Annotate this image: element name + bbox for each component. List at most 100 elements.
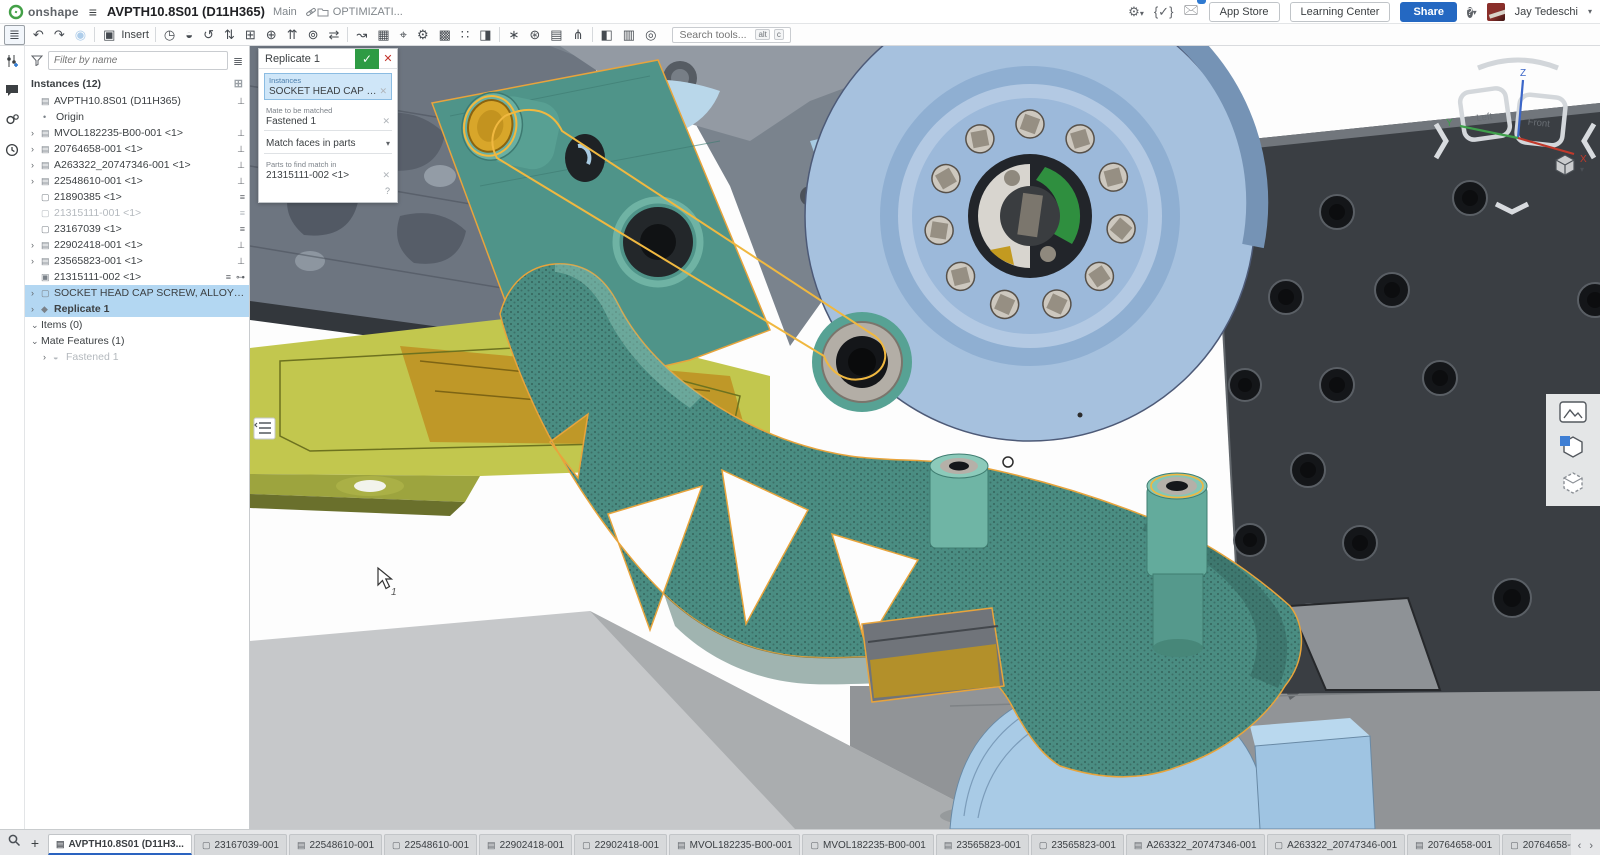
tab-assembly[interactable]: ▤MVOL182235-B00-001: [669, 834, 800, 855]
filter-by-name-input[interactable]: [48, 51, 228, 70]
tree-row-origin[interactable]: • Origin: [25, 109, 249, 125]
collapsed-feature-list-icon[interactable]: [254, 418, 275, 439]
tree-row-part[interactable]: ▢ 21890385 <1> ≡: [25, 189, 249, 205]
document-menu-icon[interactable]: ≡: [89, 4, 97, 20]
configurations-panel-icon[interactable]: [5, 54, 19, 68]
chevron-right-icon[interactable]: ›: [31, 240, 41, 250]
group-icon[interactable]: ▦: [375, 26, 391, 44]
dialog-accept-button[interactable]: ✓: [355, 49, 379, 69]
search-tools-input[interactable]: [679, 29, 751, 41]
user-menu-caret-icon[interactable]: ▾: [1588, 7, 1592, 16]
pin-slot-mate-icon[interactable]: ⇈: [285, 26, 300, 44]
chevron-right-icon[interactable]: ›: [43, 352, 53, 362]
feature-list-toggle-icon[interactable]: ≣: [4, 25, 25, 45]
dialog-help-icon[interactable]: ?: [264, 186, 392, 196]
tree-row-part-suppressed[interactable]: ▢ 21315111-001 <1> ≡: [25, 205, 249, 221]
tabs-scroll-left-icon[interactable]: ‹: [1575, 840, 1585, 852]
debug-icon[interactable]: ⚙▾: [1128, 4, 1144, 20]
tab-part-studio[interactable]: ▢23565823-001: [1031, 834, 1124, 855]
exploded-view-icon[interactable]: ⋔: [571, 26, 586, 44]
tab-part-studio[interactable]: ▢22902418-001: [574, 834, 667, 855]
notifications-icon[interactable]: 🖂: [1183, 1, 1198, 23]
tab-manager-icon[interactable]: [4, 833, 24, 853]
match-faces-dropdown[interactable]: Match faces in parts ▾: [264, 136, 392, 154]
chevron-right-icon[interactable]: ›: [31, 128, 41, 138]
pattern-icon[interactable]: ∷: [459, 26, 471, 44]
panel-options-icon[interactable]: ≣: [233, 54, 243, 68]
planar-mate-icon[interactable]: ⊞: [243, 26, 258, 44]
instances-field[interactable]: Instances SOCKET HEAD CAP SCREW, ... ✕: [264, 73, 392, 100]
undo-icon[interactable]: ↶: [31, 26, 46, 44]
section-view-icon[interactable]: ◧: [599, 26, 615, 44]
folder-breadcrumb[interactable]: OPTIMIZATI...: [317, 6, 403, 18]
parts-to-match-field[interactable]: Parts to find match in 21315111-002 <1> …: [264, 159, 392, 184]
simulation-icon[interactable]: ⊛: [527, 26, 542, 44]
clear-field-icon[interactable]: ✕: [379, 86, 387, 97]
in-context-icon[interactable]: ⌖: [398, 26, 409, 44]
mate-connector-icon[interactable]: ◷: [162, 26, 177, 44]
rollback-icon[interactable]: ◉: [73, 26, 88, 44]
tab-part-studio[interactable]: ▢23167039-001: [194, 834, 287, 855]
tab-assembly[interactable]: ▤23565823-001: [936, 834, 1029, 855]
tree-section-items[interactable]: ⌄ Items (0): [25, 317, 249, 333]
tree-row-subassembly[interactable]: › ▤ 22902418-001 <1> ⊥: [25, 237, 249, 253]
code-check-icon[interactable]: {✓}: [1154, 4, 1174, 20]
standoff-cylinder-left[interactable]: [930, 454, 988, 548]
chevron-right-icon[interactable]: ›: [31, 176, 41, 186]
clear-field-icon[interactable]: ✕: [382, 116, 390, 127]
clear-field-icon[interactable]: ✕: [382, 170, 390, 181]
view-menu-caret-icon[interactable]: ▾: [1580, 165, 1584, 174]
share-button[interactable]: Share: [1400, 2, 1457, 22]
tree-row-root-assembly[interactable]: ▤ AVPTH10.8S01 (D11H365) ⊥: [25, 93, 249, 109]
tab-assembly[interactable]: ▤22902418-001: [479, 834, 572, 855]
cylindrical-mate-icon[interactable]: ⊕: [264, 26, 279, 44]
tree-row-part[interactable]: ▢ 23167039 <1> ≡: [25, 221, 249, 237]
tree-section-mate-features[interactable]: ⌄ Mate Features (1): [25, 333, 249, 349]
chevron-down-icon[interactable]: ⌄: [31, 336, 41, 347]
viewport-3d[interactable]: 1 Left Front Z Y X ▾: [250, 46, 1600, 829]
ball-mate-icon[interactable]: ⊚: [306, 26, 321, 44]
chevron-right-icon[interactable]: ›: [31, 256, 41, 266]
measure-icon[interactable]: ◎: [643, 26, 658, 44]
appearance-icon[interactable]: ◨: [477, 26, 493, 44]
user-name[interactable]: Jay Tedeschi: [1515, 6, 1578, 18]
add-tab-button[interactable]: +: [26, 834, 44, 852]
tab-assembly-active[interactable]: ▤AVPTH10.8S01 (D11H3...: [48, 834, 192, 855]
isometric-cube-icon[interactable]: [1556, 155, 1574, 175]
tree-row-replicate-feature[interactable]: › ◆ Replicate 1: [25, 301, 249, 317]
parallel-mate-icon[interactable]: ⇄: [327, 26, 342, 44]
tab-part-studio[interactable]: ▢A263322_20747346-001: [1267, 834, 1406, 855]
mate-relations-icon[interactable]: ⚙: [415, 26, 431, 44]
tab-part-studio[interactable]: ▢20764658-001: [1502, 834, 1570, 855]
viewport-3d-scene[interactable]: 1 Left Front Z Y X ▾: [250, 46, 1600, 829]
chevron-right-icon[interactable]: ›: [31, 160, 41, 170]
tree-row-subassembly[interactable]: › ▤ 20764658-001 <1> ⊥: [25, 141, 249, 157]
mate-to-match-field[interactable]: Mate to be matched Fastened 1 ✕: [264, 105, 392, 131]
tree-row-part[interactable]: ▣ 21315111-002 <1> ≡ ⊶: [25, 269, 249, 285]
tabs-scroll-right-icon[interactable]: ›: [1586, 840, 1596, 852]
redo-icon[interactable]: ↷: [52, 26, 67, 44]
tree-row-subassembly[interactable]: › ▤ 22548610-001 <1> ⊥: [25, 173, 249, 189]
chevron-right-icon[interactable]: ›: [31, 304, 41, 314]
tree-row-fastened-mate[interactable]: › ◒ Fastened 1: [25, 349, 249, 365]
help-icon[interactable]: ?▾: [1467, 3, 1477, 20]
chevron-right-icon[interactable]: ›: [31, 288, 41, 298]
tree-row-subassembly[interactable]: › ▤ MVOL182235-B00-001 <1> ⊥: [25, 125, 249, 141]
configurations-icon[interactable]: ∗: [506, 26, 521, 44]
tab-part-studio[interactable]: ▢MVOL182235-B00-001: [802, 834, 933, 855]
custom-features-panel-icon[interactable]: [5, 113, 20, 127]
tab-assembly[interactable]: ▤20764658-001: [1407, 834, 1500, 855]
app-store-button[interactable]: App Store: [1209, 2, 1280, 22]
replicate-icon[interactable]: ▩: [437, 26, 453, 44]
versions-history-panel-icon[interactable]: [5, 143, 19, 157]
fastened-mate-icon[interactable]: ◒: [183, 26, 195, 44]
tab-part-studio[interactable]: ▢22548610-001: [384, 834, 477, 855]
standoff-cylinder-right[interactable]: [1147, 473, 1207, 657]
revolute-mate-icon[interactable]: ↺: [201, 26, 216, 44]
dialog-close-button[interactable]: ✕: [379, 49, 397, 69]
user-avatar[interactable]: [1487, 3, 1505, 21]
tree-row-subassembly[interactable]: › ▤ 23565823-001 <1> ⊥: [25, 253, 249, 269]
branch-label[interactable]: Main: [273, 6, 297, 18]
slider-mate-icon[interactable]: ⇅: [222, 26, 237, 44]
link-icon[interactable]: [305, 6, 317, 18]
